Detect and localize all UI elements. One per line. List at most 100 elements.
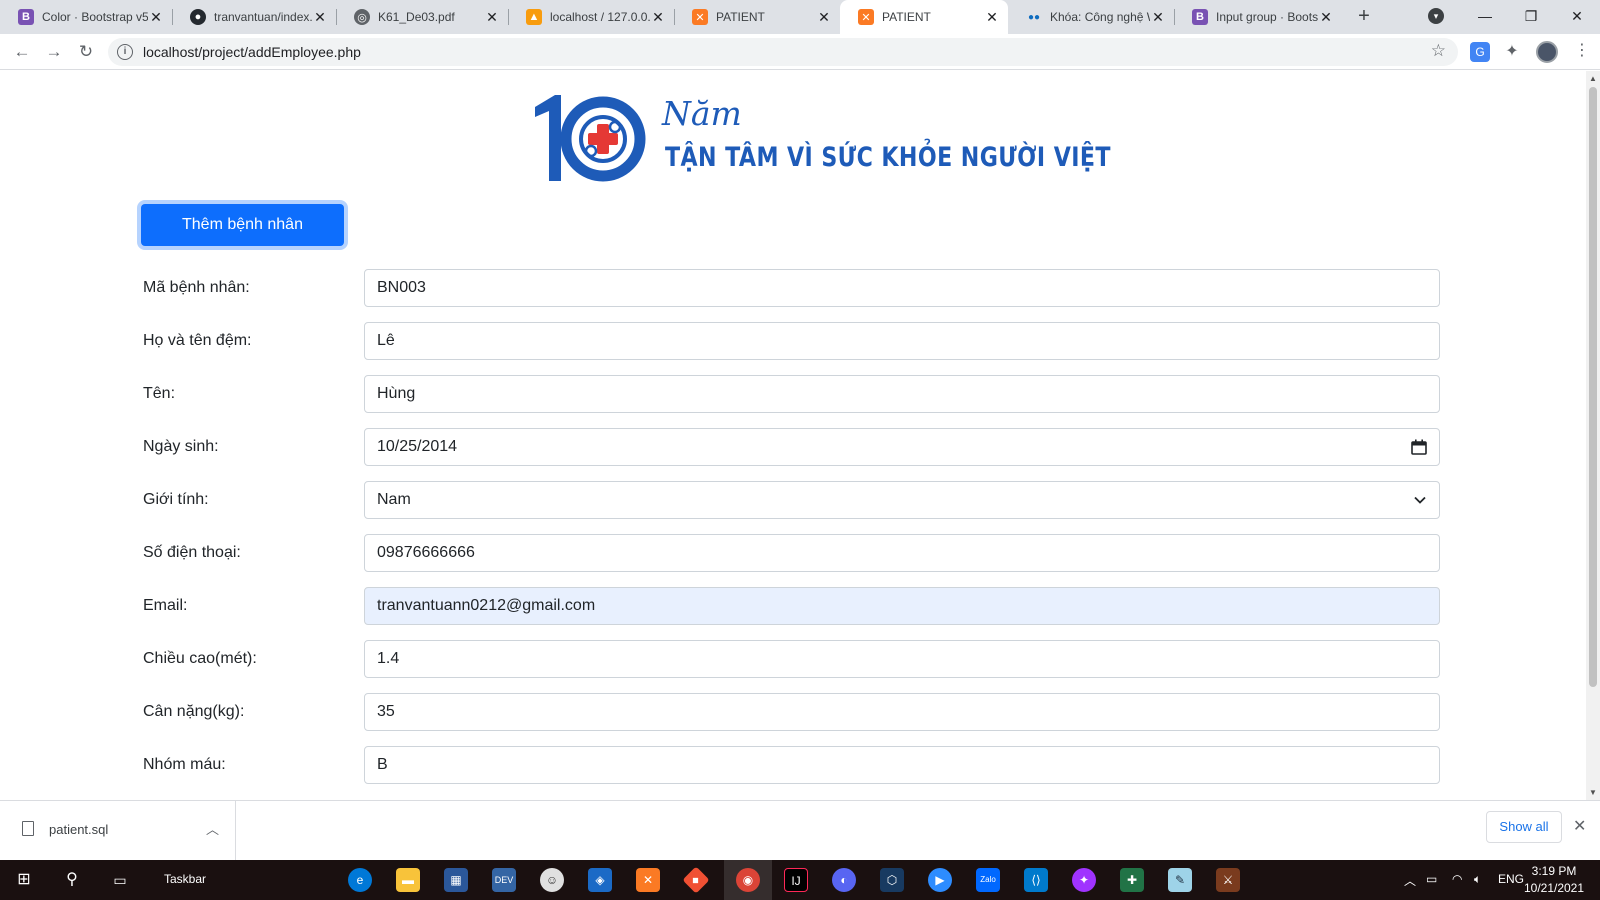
logo-script-text: Năm [662, 94, 742, 133]
chrome-icon[interactable]: ◉ [736, 868, 760, 892]
close-icon[interactable]: ✕ [1573, 816, 1586, 836]
close-icon[interactable]: ✕ [148, 9, 164, 26]
tab-title: localhost / 127.0.0.1 [550, 10, 650, 24]
tab-2[interactable]: ◎ K61_De03.pdf ✕ [336, 0, 508, 34]
last-middle-name-input[interactable]: Lê [364, 322, 1440, 360]
gender-select[interactable]: Nam [364, 481, 1440, 519]
taskbar-search-label[interactable]: Taskbar [164, 872, 206, 886]
form-row-patient-id: Mã bệnh nhân: BN003 [143, 269, 1440, 307]
browser-menu-icon[interactable]: ⋮ [1574, 40, 1590, 60]
tab-6[interactable]: ●● Khóa: Công nghệ W ✕ [1008, 0, 1174, 34]
first-name-input[interactable]: Hùng [364, 375, 1440, 413]
git-icon[interactable]: ◆ [682, 866, 710, 894]
system-clock[interactable]: 3:19 PM 10/21/2021 [1520, 863, 1588, 897]
close-icon[interactable]: ✕ [312, 9, 328, 26]
tab-title: Input group · Boots [1216, 10, 1318, 24]
form-row-weight: Cân nặng(kg): 35 [143, 693, 1440, 731]
dev-cpp-icon[interactable]: DEV [492, 868, 516, 892]
weight-input[interactable]: 35 [364, 693, 1440, 731]
download-file-name[interactable]: patient.sql [49, 822, 108, 837]
new-tab-button[interactable]: + [1352, 5, 1376, 29]
form-row-birthdate: Ngày sinh: 10/25/2014 [143, 428, 1440, 466]
file-explorer-icon[interactable]: ▬ [396, 868, 420, 892]
close-icon[interactable]: ✕ [984, 9, 1000, 26]
zoom-icon[interactable]: ▶ [928, 868, 952, 892]
wifi-icon[interactable]: ◠ [1452, 872, 1462, 886]
windows-start-icon[interactable]: ⊞ [12, 868, 36, 892]
translate-extension-icon[interactable]: G [1470, 42, 1490, 62]
window-close-button[interactable]: ✕ [1554, 2, 1600, 30]
discord-icon[interactable]: ◐ [832, 868, 856, 892]
battery-icon[interactable]: ▭ [1426, 872, 1437, 886]
bookmark-star-icon[interactable]: ☆ [1431, 41, 1446, 61]
back-button[interactable]: ← [10, 40, 34, 64]
intellij-icon[interactable]: IJ [784, 868, 808, 892]
file-icon [22, 821, 34, 836]
tab-search-icon[interactable]: ▾ [1428, 8, 1444, 24]
logo-10-mark [535, 95, 646, 182]
tab-7[interactable]: B Input group · Boots ✕ [1174, 0, 1342, 34]
restore-button[interactable]: ❐ [1508, 2, 1554, 30]
close-icon[interactable]: ✕ [484, 9, 500, 26]
form-row-blood-type: Nhóm máu: B [143, 746, 1440, 784]
gender-value: Nam [377, 491, 411, 508]
patient-id-input[interactable]: BN003 [364, 269, 1440, 307]
field-label: Chiều cao(mét): [143, 650, 257, 667]
download-item[interactable]: patient.sql ︿ [0, 801, 236, 860]
birthdate-value: 10/25/2014 [377, 438, 458, 455]
height-input[interactable]: 1.4 [364, 640, 1440, 678]
tray-chevron-up-icon[interactable]: ︿ [1404, 872, 1416, 889]
task-view-icon[interactable]: ▭ [108, 868, 132, 892]
scrollbar-thumb[interactable] [1589, 87, 1597, 687]
birthdate-input[interactable]: 10/25/2014 [364, 428, 1440, 466]
scroll-down-icon[interactable]: ▼ [1589, 788, 1597, 797]
globe-icon: ◎ [354, 9, 370, 25]
volume-icon[interactable]: 🔈︎ [1474, 872, 1481, 887]
search-icon[interactable]: ⚲ [60, 868, 84, 892]
edge-icon[interactable]: e [348, 868, 372, 892]
browser-toolbar: ← → ↻ i localhost/project/addEmployee.ph… [0, 34, 1600, 70]
forward-button[interactable]: → [42, 40, 66, 64]
calendar-icon[interactable] [1411, 429, 1427, 469]
url-text[interactable]: localhost/project/addEmployee.php [143, 44, 361, 60]
reload-button[interactable]: ↻ [74, 40, 98, 64]
close-icon[interactable]: ✕ [650, 9, 666, 26]
tab-1[interactable]: ● tranvantuan/index.h ✕ [172, 0, 336, 34]
netbeans-icon[interactable]: ◈ [588, 868, 612, 892]
tab-3[interactable]: ▲ localhost / 127.0.0.1 ✕ [508, 0, 674, 34]
phone-input[interactable]: 09876666666 [364, 534, 1440, 572]
add-patient-button[interactable]: Thêm bệnh nhân [141, 204, 344, 246]
tab-5-active[interactable]: ✕ PATIENT ✕ [840, 0, 1008, 34]
blood-type-input[interactable]: B [364, 746, 1440, 784]
address-bar[interactable]: i localhost/project/addEmployee.php ☆ [108, 38, 1458, 66]
show-all-button[interactable]: Show all [1486, 811, 1562, 843]
vscode-icon[interactable]: ⟨⟩ [1024, 868, 1048, 892]
tab-0[interactable]: B Color · Bootstrap v5 ✕ [0, 0, 172, 34]
close-icon[interactable]: ✕ [1150, 9, 1166, 26]
page-scrollbar[interactable]: ▲ ▼ [1586, 71, 1600, 800]
form-row-middle-name: Họ và tên đệm: Lê [143, 322, 1440, 360]
notepad-icon[interactable]: ✎ [1168, 868, 1192, 892]
close-icon[interactable]: ✕ [1318, 9, 1334, 26]
tab-title: Khóa: Công nghệ W [1050, 10, 1150, 24]
messenger-icon[interactable]: ✦ [1072, 868, 1096, 892]
excel-tool-icon[interactable]: ✚ [1120, 868, 1144, 892]
zalo-icon[interactable]: Zalo [976, 868, 1000, 892]
chevron-up-icon[interactable]: ︿ [206, 819, 219, 838]
store-icon[interactable]: ▦ [444, 868, 468, 892]
tab-title: PATIENT [716, 10, 765, 24]
xampp-taskbar-icon[interactable]: ✕ [636, 868, 660, 892]
emoji-app-icon[interactable]: ☺ [540, 868, 564, 892]
extensions-puzzle-icon[interactable]: ✦ [1502, 42, 1522, 62]
field-label: Email: [143, 597, 188, 614]
game-icon[interactable]: ⚔ [1216, 868, 1240, 892]
profile-avatar[interactable] [1536, 41, 1558, 63]
scroll-up-icon[interactable]: ▲ [1589, 74, 1597, 83]
email-input[interactable]: tranvantuann0212@gmail.com [364, 587, 1440, 625]
virtualbox-icon[interactable]: ⬡ [880, 868, 904, 892]
tab-4[interactable]: ✕ PATIENT ✕ [674, 0, 840, 34]
site-info-icon[interactable]: i [117, 44, 133, 60]
minimize-button[interactable]: — [1462, 2, 1508, 30]
clock-time: 3:19 PM [1531, 864, 1577, 878]
close-icon[interactable]: ✕ [816, 9, 832, 26]
